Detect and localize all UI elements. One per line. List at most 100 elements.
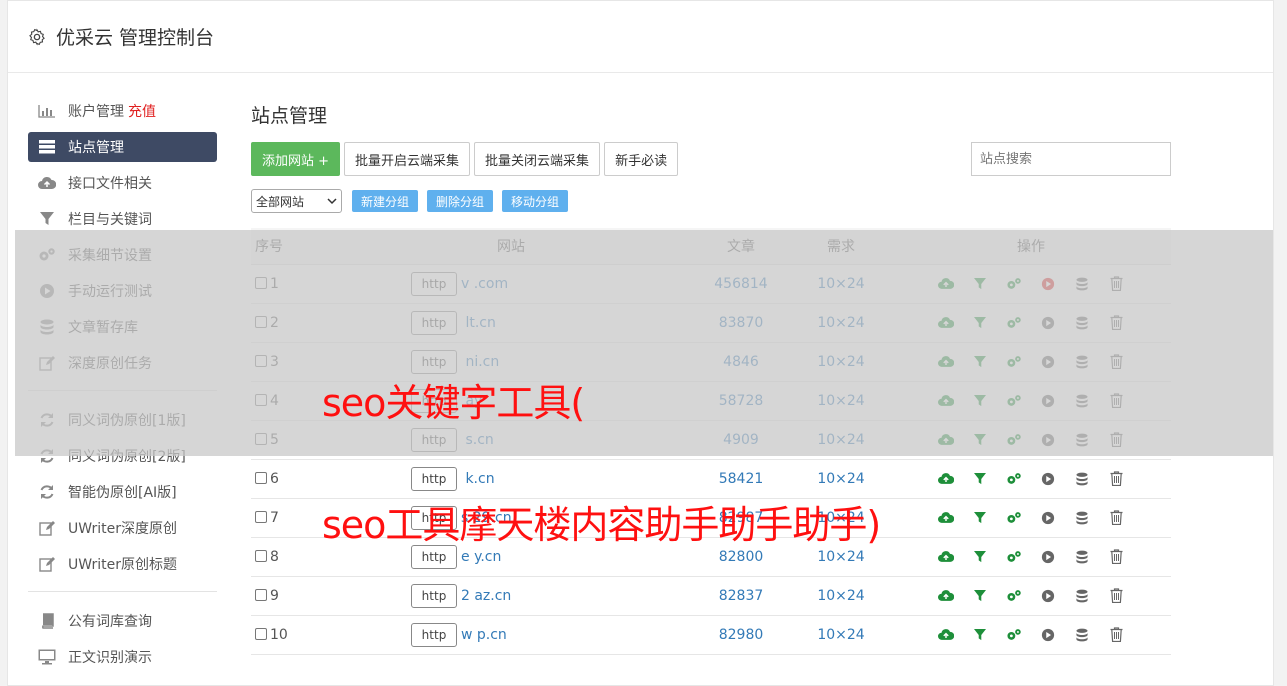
sidebar-item[interactable]: 采集细节设置 — [28, 240, 217, 270]
filter-icon[interactable] — [972, 354, 988, 370]
filter-icon[interactable] — [972, 510, 988, 526]
play-icon[interactable] — [1040, 393, 1056, 409]
demand-value[interactable]: 10×24 — [791, 303, 891, 343]
database-icon[interactable] — [1074, 471, 1090, 487]
trash-icon[interactable] — [1108, 471, 1124, 487]
database-icon[interactable] — [1074, 627, 1090, 643]
article-count[interactable]: 82980 — [691, 615, 791, 655]
sidebar-item[interactable]: UWriter深度原创 — [28, 513, 217, 543]
demand-value[interactable]: 10×24 — [791, 576, 891, 616]
sidebar-item[interactable]: 智能伪原创[AI版] — [28, 477, 217, 507]
sidebar-item[interactable]: 深度原创任务 — [28, 348, 217, 378]
site-search-input[interactable] — [971, 142, 1171, 176]
database-icon[interactable] — [1074, 510, 1090, 526]
play-icon[interactable] — [1040, 276, 1056, 292]
row-checkbox[interactable] — [255, 315, 267, 328]
database-icon[interactable] — [1074, 393, 1090, 409]
cloud-upload-icon[interactable] — [938, 276, 954, 292]
site-link[interactable]: e y.cn — [461, 549, 501, 565]
trash-icon[interactable] — [1108, 588, 1124, 604]
sidebar-item[interactable]: 站点管理 — [28, 132, 217, 162]
cloud-upload-icon[interactable] — [938, 471, 954, 487]
sidebar-item[interactable]: UWriter原创标题 — [28, 549, 217, 579]
guide-button[interactable]: 新手必读 — [604, 142, 679, 176]
cogs-icon[interactable] — [1006, 354, 1022, 370]
recharge-link[interactable]: 充值 — [128, 101, 156, 121]
row-checkbox[interactable] — [255, 549, 267, 562]
filter-icon[interactable] — [972, 276, 988, 292]
delete-group-button[interactable]: 删除分组 — [427, 190, 494, 212]
cogs-icon[interactable] — [1006, 276, 1022, 292]
trash-icon[interactable] — [1108, 276, 1124, 292]
http-badge[interactable]: http — [411, 583, 457, 608]
http-badge[interactable]: http — [411, 427, 457, 452]
cogs-icon[interactable] — [1006, 588, 1022, 604]
row-checkbox[interactable] — [255, 627, 267, 640]
add-site-button[interactable]: 添加网站 + — [251, 142, 341, 176]
trash-icon[interactable] — [1108, 549, 1124, 565]
demand-value[interactable]: 10×24 — [791, 615, 891, 655]
row-checkbox[interactable] — [255, 510, 267, 523]
site-link[interactable]: lt.cn — [461, 315, 495, 331]
article-count[interactable]: 58728 — [691, 381, 791, 421]
trash-icon[interactable] — [1108, 432, 1124, 448]
row-checkbox[interactable] — [255, 432, 267, 445]
http-badge[interactable]: http — [411, 271, 457, 296]
demand-value[interactable]: 10×24 — [791, 342, 891, 382]
group-select[interactable]: 全部网站 — [251, 189, 342, 213]
play-icon[interactable] — [1040, 315, 1056, 331]
cloud-upload-icon[interactable] — [938, 354, 954, 370]
move-group-button[interactable]: 移动分组 — [502, 190, 569, 212]
sidebar-item[interactable]: 栏目与关键词 — [28, 204, 217, 234]
article-count[interactable]: 82837 — [691, 576, 791, 616]
trash-icon[interactable] — [1108, 627, 1124, 643]
trash-icon[interactable] — [1108, 510, 1124, 526]
cloud-upload-icon[interactable] — [938, 393, 954, 409]
play-icon[interactable] — [1040, 471, 1056, 487]
cloud-upload-icon[interactable] — [938, 588, 954, 604]
play-icon[interactable] — [1040, 510, 1056, 526]
cogs-icon[interactable] — [1006, 432, 1022, 448]
cogs-icon[interactable] — [1006, 393, 1022, 409]
row-checkbox[interactable] — [255, 276, 267, 289]
play-icon[interactable] — [1040, 627, 1056, 643]
cloud-upload-icon[interactable] — [938, 510, 954, 526]
row-checkbox[interactable] — [255, 588, 267, 601]
cloud-upload-icon[interactable] — [938, 549, 954, 565]
database-icon[interactable] — [1074, 549, 1090, 565]
database-icon[interactable] — [1074, 315, 1090, 331]
play-icon[interactable] — [1040, 588, 1056, 604]
sidebar-item[interactable]: 文章暂存库 — [28, 312, 217, 342]
trash-icon[interactable] — [1108, 315, 1124, 331]
site-link[interactable]: 2 az.cn — [461, 588, 511, 604]
row-checkbox[interactable] — [255, 393, 267, 406]
site-link[interactable]: v .com — [461, 276, 508, 292]
http-badge[interactable]: http — [411, 622, 457, 647]
http-badge[interactable]: http — [411, 466, 457, 491]
trash-icon[interactable] — [1108, 393, 1124, 409]
sidebar-item[interactable]: 公有词库查询 — [28, 606, 217, 636]
database-icon[interactable] — [1074, 432, 1090, 448]
row-checkbox[interactable] — [255, 471, 267, 484]
play-icon[interactable] — [1040, 354, 1056, 370]
filter-icon[interactable] — [972, 549, 988, 565]
sidebar-item[interactable]: 正文识别演示 — [28, 642, 217, 672]
trash-icon[interactable] — [1108, 354, 1124, 370]
sidebar-item[interactable]: 手动运行测试 — [28, 276, 217, 306]
article-count[interactable]: 456814 — [691, 264, 791, 304]
cogs-icon[interactable] — [1006, 471, 1022, 487]
cogs-icon[interactable] — [1006, 549, 1022, 565]
database-icon[interactable] — [1074, 588, 1090, 604]
http-badge[interactable]: http — [411, 349, 457, 374]
play-icon[interactable] — [1040, 432, 1056, 448]
demand-value[interactable]: 10×24 — [791, 381, 891, 421]
site-link[interactable]: ni.cn — [461, 354, 499, 370]
article-count[interactable]: 58421 — [691, 459, 791, 499]
site-link[interactable]: w p.cn — [461, 627, 507, 643]
cogs-icon[interactable] — [1006, 510, 1022, 526]
article-count[interactable]: 83870 — [691, 303, 791, 343]
demand-value[interactable]: 10×24 — [791, 420, 891, 460]
http-badge[interactable]: http — [411, 310, 457, 335]
filter-icon[interactable] — [972, 432, 988, 448]
demand-value[interactable]: 10×24 — [791, 459, 891, 499]
